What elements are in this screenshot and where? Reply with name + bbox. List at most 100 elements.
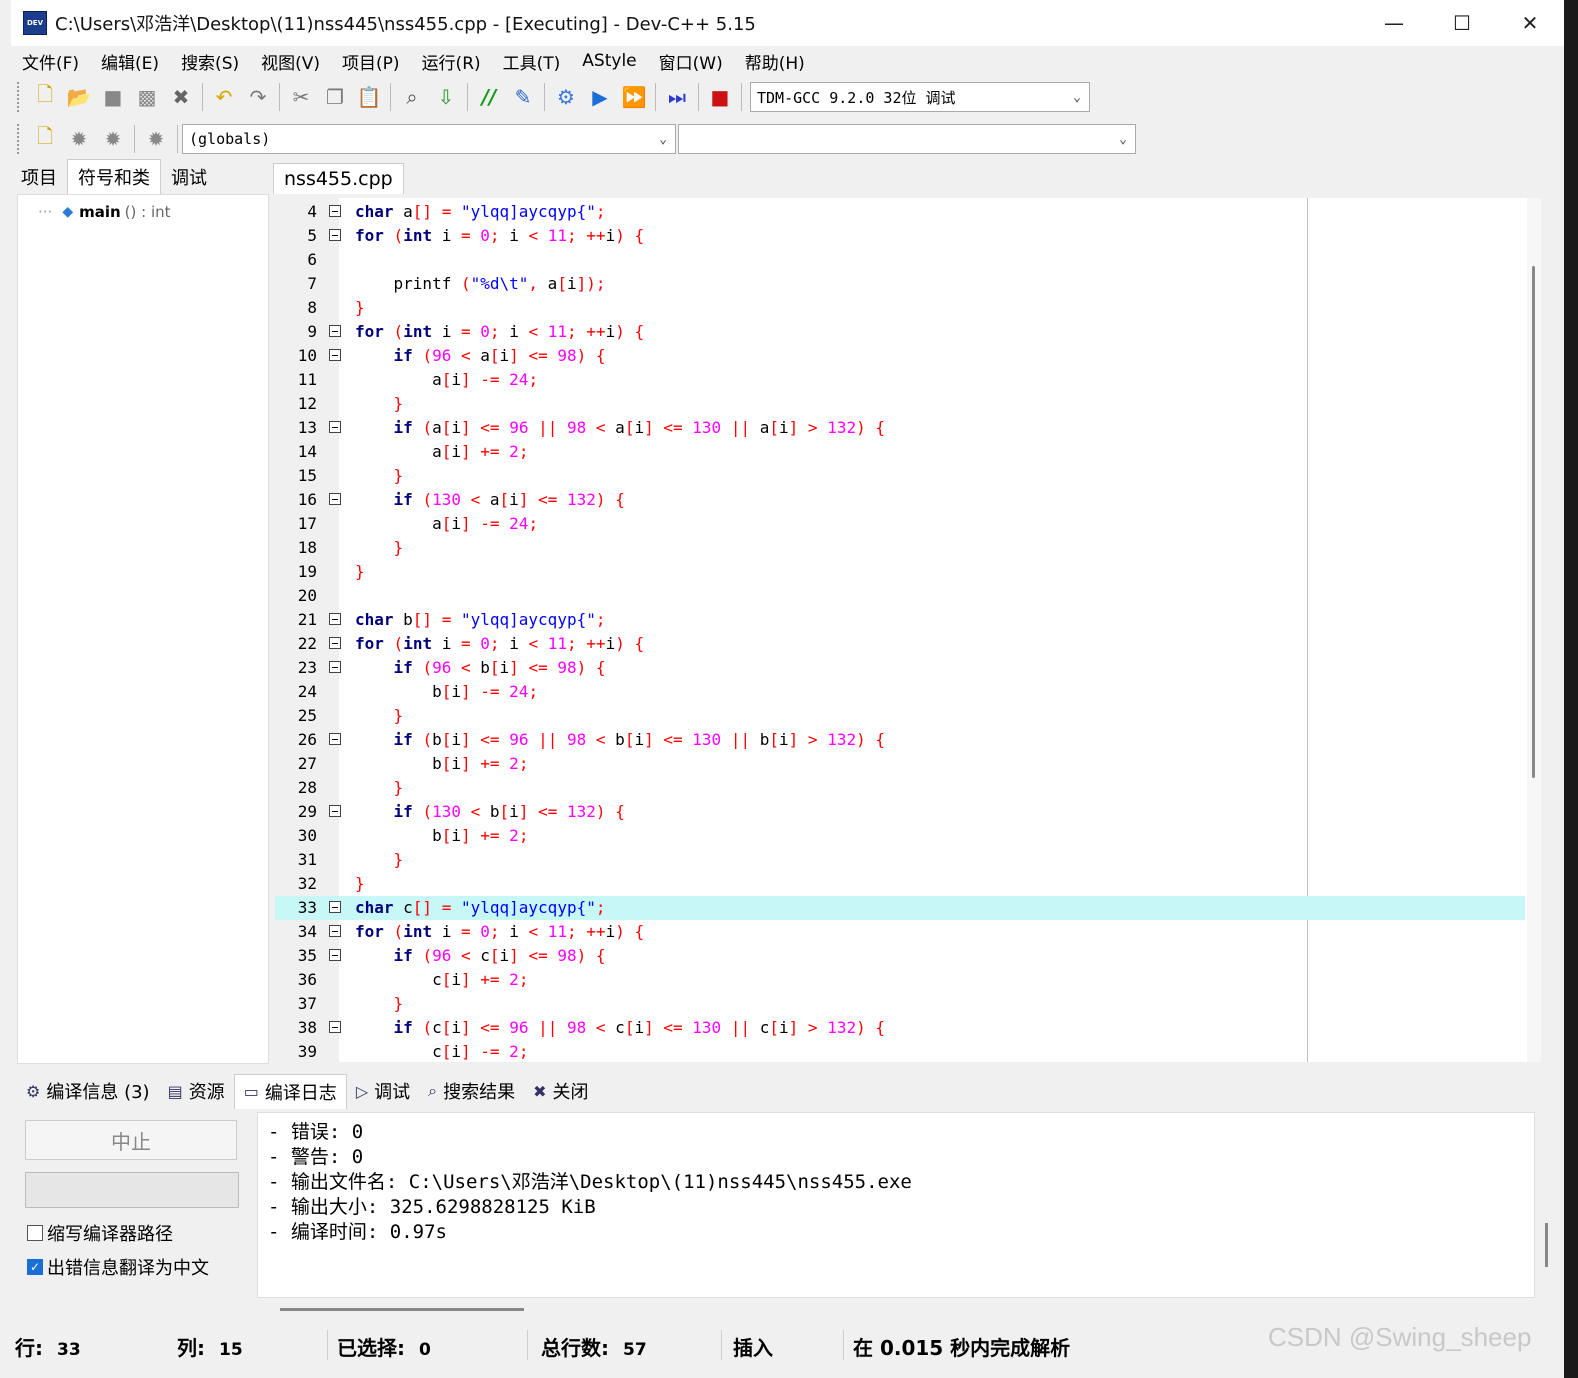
menu-file[interactable]: 文件(F) (11, 49, 90, 74)
new-class-icon[interactable]: 🗋 (29, 123, 61, 155)
fold-toggle-icon[interactable] (329, 733, 341, 745)
run-icon[interactable]: ▶ (584, 81, 616, 113)
close-file-icon[interactable]: ✖ (165, 81, 197, 113)
short-path-checkbox[interactable] (27, 1225, 43, 1241)
menu-project[interactable]: 项目(P) (331, 49, 411, 74)
editor-vertical-scrollbar[interactable] (1527, 198, 1541, 1062)
fold-toggle-icon[interactable] (329, 229, 341, 241)
bottom-tab[interactable]: ✖ 关闭 (524, 1074, 597, 1108)
fold-toggle-icon[interactable] (329, 805, 341, 817)
menu-astyle[interactable]: AStyle (571, 51, 647, 71)
code-line[interactable]: 21 char b[] = "ylqq]aycqyp{"; (275, 608, 1525, 632)
code-line[interactable]: 35 if (96 < c[i] <= 98) { (275, 944, 1525, 968)
comment-icon[interactable]: // (473, 81, 505, 113)
paste-icon[interactable]: 📋 (353, 81, 385, 113)
code-line[interactable]: 39 c[i] -= 2; (275, 1040, 1525, 1062)
settings-icon[interactable]: ✹ (140, 123, 172, 155)
short-path-option[interactable]: 缩写编译器路径 (27, 1220, 173, 1246)
fold-toggle-icon[interactable] (329, 421, 341, 433)
code-line[interactable]: 31 } (275, 848, 1525, 872)
code-line[interactable]: 27 b[i] += 2; (275, 752, 1525, 776)
code-line[interactable]: 8} (275, 296, 1525, 320)
code-editor[interactable]: 4 char a[] = "ylqq]aycqyp{"; 5 for (int i =… (275, 198, 1541, 1062)
toggle-icon[interactable]: ✹ (97, 123, 129, 155)
fold-toggle-icon[interactable] (329, 349, 341, 361)
code-line[interactable]: 17 a[i] -= 24; (275, 512, 1525, 536)
code-line[interactable]: 6 (275, 248, 1525, 272)
code-line[interactable]: 34 for (int i = 0; i < 11; ++i) { (275, 920, 1525, 944)
abort-button[interactable]: 中止 (25, 1120, 237, 1160)
tab-debug[interactable]: 调试 (161, 160, 217, 194)
debug-icon[interactable]: ⏭ (661, 81, 693, 113)
code-line[interactable]: 28 } (275, 776, 1525, 800)
scrollbar-thumb[interactable] (1532, 266, 1535, 778)
edit-icon[interactable]: ✎ (507, 81, 539, 113)
code-line[interactable]: 18 } (275, 536, 1525, 560)
compile-run-icon[interactable]: ⏩ (618, 81, 650, 113)
menu-tools[interactable]: 工具(T) (492, 49, 572, 74)
code-line[interactable]: 11 a[i] -= 24; (275, 368, 1525, 392)
fold-toggle-icon[interactable] (329, 925, 341, 937)
fold-toggle-icon[interactable] (329, 1021, 341, 1033)
bottom-tab[interactable]: ▭ 编译日志 (233, 1073, 347, 1109)
tab-symbols[interactable]: 符号和类 (67, 159, 161, 194)
code-line[interactable]: 13 if (a[i] <= 96 || 98 < a[i] <= 130 ||… (275, 416, 1525, 440)
save-all-icon[interactable]: ▩ (131, 81, 163, 113)
code-line[interactable]: 38 if (c[i] <= 96 || 98 < c[i] <= 130 ||… (275, 1016, 1525, 1040)
fold-toggle-icon[interactable] (329, 949, 341, 961)
log-vertical-scrollbar[interactable] (1545, 1223, 1548, 1267)
fold-toggle-icon[interactable] (329, 493, 341, 505)
translate-option[interactable]: ✓ 出错信息翻译为中文 (27, 1254, 209, 1280)
toolbar-grip[interactable] (17, 82, 23, 112)
code-line[interactable]: 29 if (130 < b[i] <= 132) { (275, 800, 1525, 824)
bottom-tab[interactable]: ⌕ 搜索结果 (419, 1074, 524, 1108)
undo-icon[interactable]: ↶ (208, 81, 240, 113)
code-line[interactable]: 32} (275, 872, 1525, 896)
menu-edit[interactable]: 编辑(E) (90, 49, 170, 74)
cut-icon[interactable]: ✂ (285, 81, 317, 113)
log-horizontal-scrollbar[interactable] (280, 1308, 524, 1311)
stop-icon[interactable]: ■ (704, 81, 736, 113)
tab-nss455[interactable]: nss455.cpp (273, 163, 404, 194)
compile-icon[interactable]: ⚙ (550, 81, 582, 113)
compile-log[interactable]: - 错误: 0 - 警告: 0 - 输出文件名: C:\Users\邓浩洋\Desk… (257, 1112, 1548, 1311)
code-line[interactable]: 24 b[i] -= 24; (275, 680, 1525, 704)
code-line[interactable]: 37 } (275, 992, 1525, 1016)
function-select[interactable]: ⌄ (678, 124, 1136, 154)
code-line[interactable]: 9 for (int i = 0; i < 11; ++i) { (275, 320, 1525, 344)
tree-item-main[interactable]: ··· ◆ main () : int (38, 203, 171, 221)
code-line[interactable]: 36 c[i] += 2; (275, 968, 1525, 992)
fold-toggle-icon[interactable] (329, 901, 341, 913)
code-line[interactable]: 10 if (96 < a[i] <= 98) { (275, 344, 1525, 368)
fold-toggle-icon[interactable] (329, 661, 341, 673)
insert-icon[interactable]: ✹ (63, 123, 95, 155)
code-line[interactable]: 12 } (275, 392, 1525, 416)
translate-checkbox[interactable]: ✓ (27, 1259, 43, 1275)
redo-icon[interactable]: ↷ (242, 81, 274, 113)
fold-toggle-icon[interactable] (329, 613, 341, 625)
save-icon[interactable]: ■ (97, 81, 129, 113)
code-line[interactable]: 22 for (int i = 0; i < 11; ++i) { (275, 632, 1525, 656)
menu-help[interactable]: 帮助(H) (734, 49, 816, 74)
code-line[interactable]: 30 b[i] += 2; (275, 824, 1525, 848)
copy-icon[interactable]: ❐ (319, 81, 351, 113)
open-file-icon[interactable]: 📂 (63, 81, 95, 113)
close-window-button[interactable]: ✕ (1496, 0, 1564, 46)
scope-select[interactable]: (globals) ⌄ (182, 124, 676, 154)
menu-run[interactable]: 运行(R) (411, 49, 492, 74)
tab-project[interactable]: 项目 (11, 160, 67, 194)
fold-toggle-icon[interactable] (329, 205, 341, 217)
code-line[interactable]: 26 if (b[i] <= 96 || 98 < b[i] <= 130 ||… (275, 728, 1525, 752)
code-line[interactable]: 23 if (96 < b[i] <= 98) { (275, 656, 1525, 680)
menu-window[interactable]: 窗口(W) (648, 49, 734, 74)
bottom-tab[interactable]: ⚙ 编译信息 (3) (17, 1074, 159, 1108)
code-line[interactable]: 15 } (275, 464, 1525, 488)
code-line[interactable]: 14 a[i] += 2; (275, 440, 1525, 464)
menu-search[interactable]: 搜索(S) (170, 49, 250, 74)
goto-icon[interactable]: ⇩ (430, 81, 462, 113)
menu-view[interactable]: 视图(V) (250, 49, 331, 74)
code-line[interactable]: 5 for (int i = 0; i < 11; ++i) { (275, 224, 1525, 248)
bottom-tab[interactable]: ▷ 调试 (347, 1074, 419, 1108)
code-line[interactable]: 19} (275, 560, 1525, 584)
code-line[interactable]: 16 if (130 < a[i] <= 132) { (275, 488, 1525, 512)
